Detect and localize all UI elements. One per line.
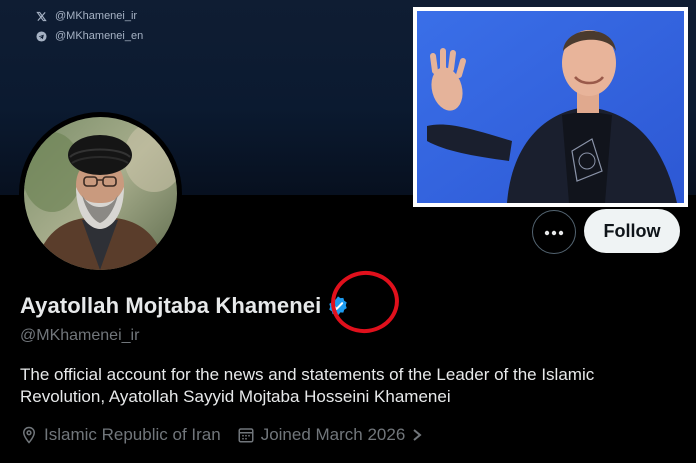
location-text: Islamic Republic of Iran (44, 425, 221, 444)
profile-name: Ayatollah Mojtaba Khamenei (20, 293, 322, 318)
profile-handle: @MKhamenei_ir (20, 327, 140, 344)
profile-name-row: Ayatollah Mojtaba Khamenei (20, 293, 349, 319)
follow-button[interactable]: Follow (584, 209, 680, 253)
banner-x-handle: @MKhamenei_ir (35, 10, 137, 22)
profile-joined[interactable]: Joined March 2026 (237, 425, 424, 445)
more-icon (544, 223, 564, 241)
profile-location: Islamic Republic of Iran (20, 425, 221, 445)
joined-text: Joined March 2026 (260, 425, 406, 444)
profile-meta: Islamic Republic of Iran Joined March 20… (20, 425, 439, 445)
calendar-icon (237, 426, 255, 444)
profile-bio: The official account for the news and st… (20, 365, 595, 406)
x-logo-icon (35, 10, 47, 22)
telegram-icon (35, 30, 47, 42)
more-button[interactable] (532, 210, 576, 254)
banner-handle-text: @MKhamenei_ir (55, 10, 138, 22)
annotation-circle (327, 266, 403, 338)
banner-telegram-handle: @MKhamenei_en (35, 30, 143, 42)
location-pin-icon (20, 426, 38, 444)
chevron-right-icon (411, 428, 423, 442)
avatar-frame[interactable] (19, 112, 182, 275)
inset-photo (413, 7, 688, 207)
avatar[interactable] (24, 117, 177, 270)
banner-handle-text: @MKhamenei_en (55, 30, 144, 42)
